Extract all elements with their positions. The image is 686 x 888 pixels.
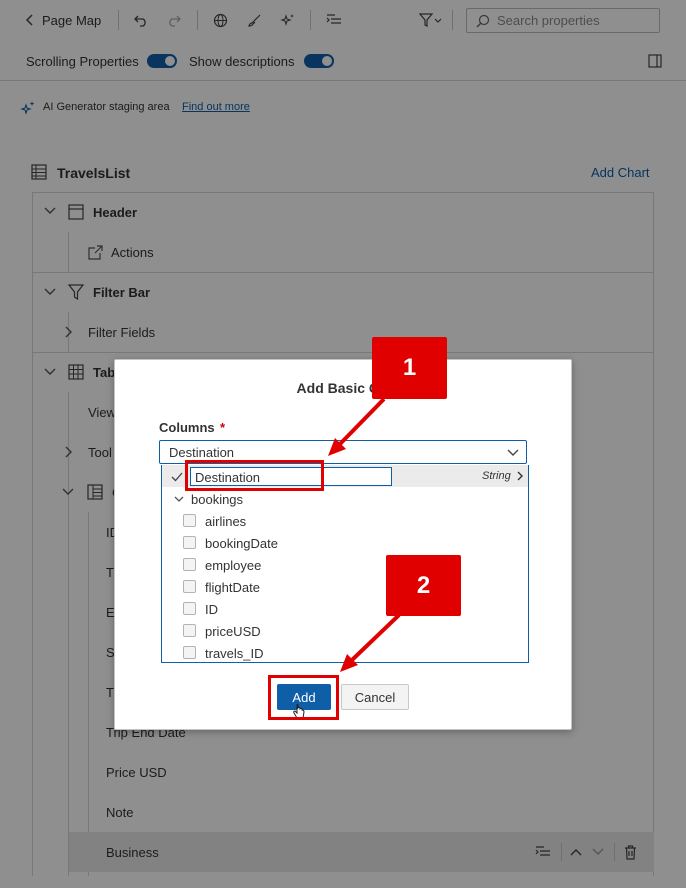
arrow-2	[340, 613, 401, 672]
callout-2: 2	[386, 555, 461, 616]
callout-1: 1	[372, 337, 447, 399]
annotation-arrows	[328, 397, 401, 672]
arrow-1	[328, 397, 386, 456]
